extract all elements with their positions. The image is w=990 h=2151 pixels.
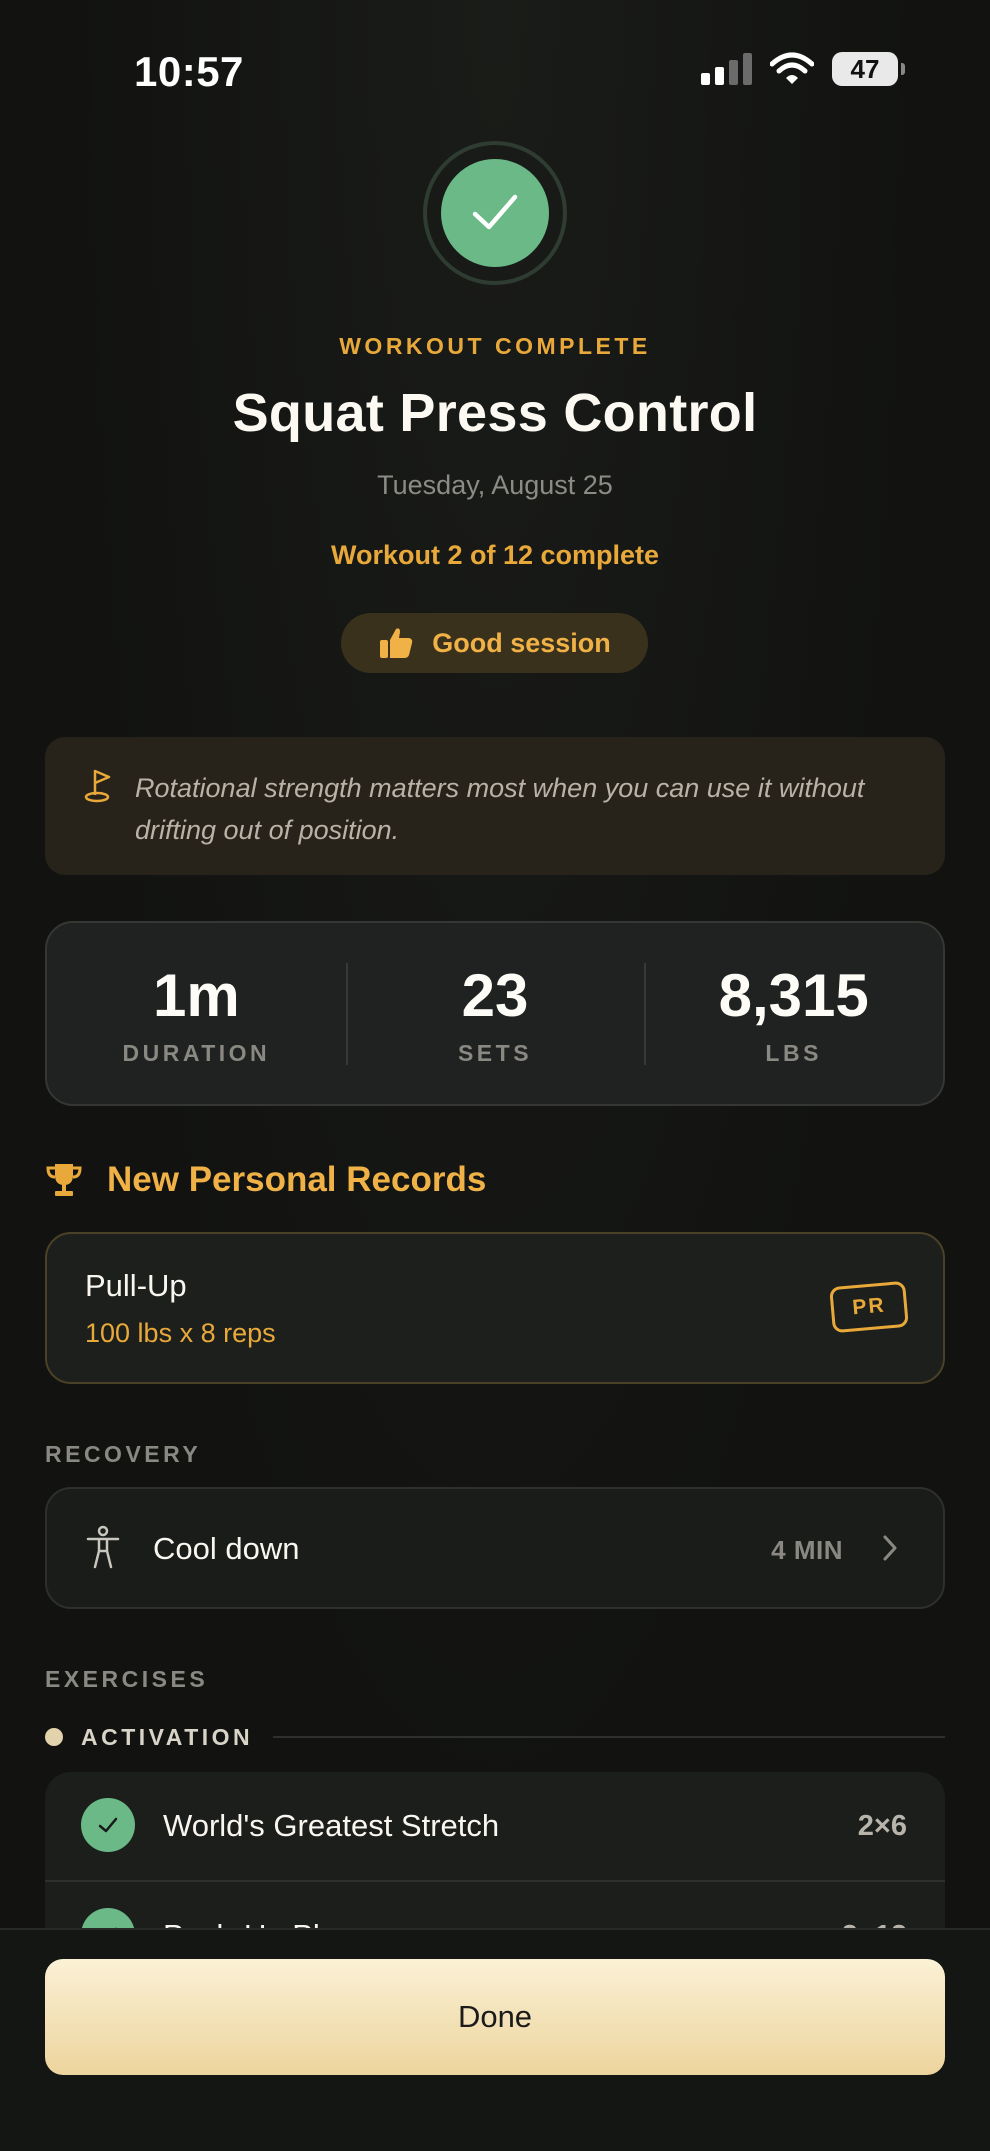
- stat-value: 8,315: [718, 962, 869, 1029]
- cool-down-duration: 4 MIN: [771, 1535, 843, 1565]
- coach-note-text: Rotational strength matters most when yo…: [135, 773, 865, 845]
- exercise-scheme: 2×6: [857, 1810, 907, 1842]
- stat-sets: 23 SETS: [345, 923, 645, 1104]
- stat-duration: 1m DURATION: [47, 923, 346, 1104]
- program-progress: Workout 2 of 12 complete: [330, 540, 660, 570]
- stat-value: 1m: [152, 962, 240, 1029]
- exercises-section-label: EXERCISES: [45, 1666, 209, 1692]
- exercise-group-header: ACTIVATION: [45, 1720, 945, 1754]
- record-detail: 100 lbs x 8 reps: [85, 1318, 276, 1348]
- flag-icon: [84, 769, 111, 803]
- record-exercise-name: Pull-Up: [85, 1268, 187, 1303]
- exercise-row[interactable]: World's Greatest Stretch 2×6: [45, 1772, 945, 1882]
- workout-title: Squat Press Control: [232, 383, 758, 443]
- stat-volume: 8,315 LBS: [644, 923, 943, 1104]
- stat-label: DURATION: [122, 1040, 271, 1066]
- stat-label: SETS: [457, 1040, 533, 1066]
- cool-down-row[interactable]: Cool down 4 MIN: [45, 1487, 945, 1609]
- chevron-right-icon: [883, 1535, 897, 1561]
- group-divider: [273, 1736, 945, 1738]
- completion-kicker: WORKOUT COMPLETE: [339, 333, 651, 359]
- wifi-icon: [770, 52, 814, 84]
- status-time: 10:57: [134, 48, 244, 95]
- workout-date: Tuesday, August 25: [377, 470, 613, 500]
- battery-level: 47: [850, 53, 880, 84]
- group-dot-icon: [45, 1728, 63, 1746]
- exercise-group-label: ACTIVATION: [81, 1723, 254, 1750]
- recovery-section-label: RECOVERY: [45, 1441, 202, 1467]
- bottom-action-bar: Done: [0, 1928, 990, 2151]
- records-heading: New Personal Records: [45, 1160, 486, 1200]
- cool-down-label: Cool down: [153, 1531, 300, 1566]
- stretching-person-icon: [86, 1525, 120, 1569]
- workout-summary-screen: 10:57 47 WORKOUT COMPLETE Squat Press Co…: [0, 0, 990, 2151]
- stat-label: LBS: [765, 1040, 822, 1066]
- session-rating-label: Good session: [432, 627, 611, 658]
- status-indicators: 47: [701, 52, 905, 86]
- records-heading-label: New Personal Records: [107, 1160, 487, 1199]
- stat-value: 23: [461, 962, 529, 1029]
- battery-icon: 47: [832, 52, 905, 86]
- completion-badge: [423, 141, 567, 285]
- check-icon: [81, 1798, 135, 1852]
- check-icon: [441, 159, 549, 267]
- exercise-name: World's Greatest Stretch: [163, 1808, 500, 1843]
- session-rating-pill[interactable]: Good session: [341, 613, 648, 673]
- workout-stats: 1m DURATION 23 SETS 8,315 LBS: [45, 921, 945, 1106]
- done-button[interactable]: Done: [45, 1959, 945, 2075]
- pr-badge: PR: [829, 1280, 909, 1334]
- coach-note: Rotational strength matters most when yo…: [45, 737, 945, 875]
- record-card[interactable]: Pull-Up 100 lbs x 8 reps PR: [45, 1232, 945, 1384]
- cellular-signal-icon: [701, 53, 752, 85]
- thumbs-up-icon: [380, 628, 413, 658]
- trophy-icon: [46, 1164, 82, 1196]
